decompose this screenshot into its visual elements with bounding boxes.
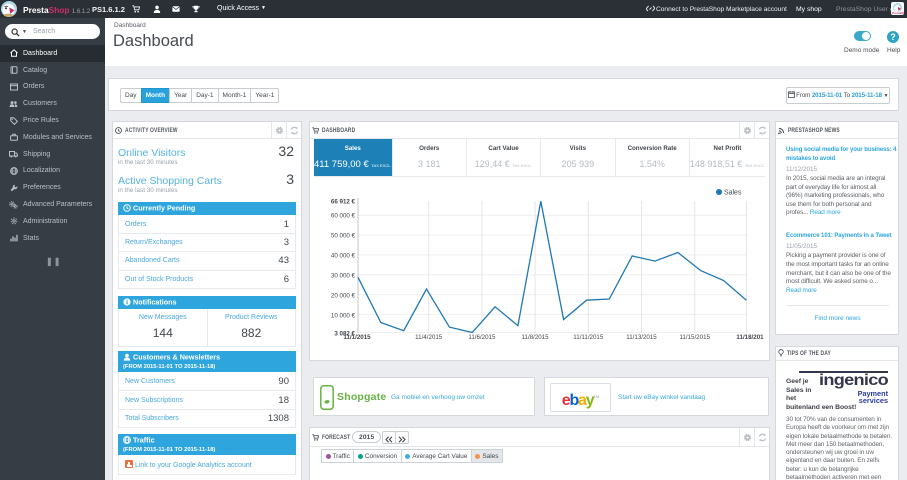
svg-text:11/15/2015: 11/15/2015	[679, 334, 710, 341]
svg-text:11/13/2015: 11/13/2015	[626, 334, 657, 341]
svg-text:40 000 €: 40 000 €	[331, 253, 356, 260]
svg-text:66 912 €: 66 912 €	[331, 199, 356, 206]
svg-text:10 000 €: 10 000 €	[331, 313, 356, 320]
svg-text:PrestaShop: PrestaShop	[892, 11, 904, 15]
svg-text:11/11/2015: 11/11/2015	[573, 334, 604, 341]
svg-text:11/18/201: 11/18/201	[736, 334, 764, 341]
svg-text:11/4/2015: 11/4/2015	[415, 334, 443, 341]
svg-text:20 000 €: 20 000 €	[331, 293, 356, 300]
svg-text:11/1/2015: 11/1/2015	[343, 334, 371, 341]
svg-text:11/6/2015: 11/6/2015	[468, 334, 496, 341]
svg-text:60 000 €: 60 000 €	[331, 213, 356, 220]
svg-text:11/8/2015: 11/8/2015	[522, 334, 550, 341]
svg-text:30 000 €: 30 000 €	[331, 273, 356, 280]
svg-text:50 000 €: 50 000 €	[331, 233, 356, 240]
